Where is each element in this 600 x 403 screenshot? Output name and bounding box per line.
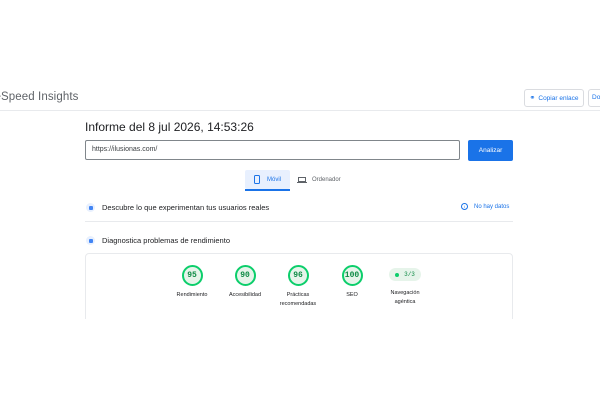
gauge-label: SEO — [346, 292, 358, 298]
top-bar: geSpeed Insights ⚭ Copiar enlace Docs — [0, 0, 600, 111]
gauge-best-practices[interactable]: 96 Prácticas recomendadas — [268, 265, 328, 309]
phone-icon — [253, 175, 260, 184]
diagnose-icon — [86, 236, 95, 245]
gauge-label: Accesibilidad — [228, 292, 262, 298]
diagnose-heading: Diagnostica problemas de rendimiento — [102, 236, 230, 245]
pass-dot-icon — [395, 272, 400, 277]
active-tab-indicator — [245, 189, 290, 191]
no-data-link[interactable]: i No hay datos — [461, 203, 509, 210]
gauge-label: Navegación agéntica — [390, 290, 420, 305]
analyze-button[interactable]: Analizar — [468, 140, 513, 161]
gauge-seo[interactable]: 100 SEO — [322, 265, 382, 300]
copy-link-button[interactable]: ⚭ Copiar enlace — [524, 89, 584, 107]
section-divider — [85, 221, 513, 222]
score-ring: 100 — [341, 265, 363, 286]
tab-desktop[interactable]: Ordenador — [297, 172, 349, 188]
gauge-performance[interactable]: 95 Rendimiento — [162, 265, 222, 300]
gauge-label: Prácticas recomendadas — [279, 292, 317, 307]
laptop-icon — [297, 176, 307, 184]
field-data-heading: Descubre lo que experimentan tus usuario… — [102, 203, 270, 212]
link-icon: ⚭ — [529, 94, 536, 102]
agentic-score: 3/3 — [404, 271, 415, 278]
info-icon: i — [461, 203, 468, 210]
no-data-label: No hay datos — [474, 203, 510, 210]
gauge-accessibility[interactable]: 90 Accesibilidad — [215, 265, 275, 300]
tab-mobile[interactable]: Móvil — [245, 170, 290, 189]
report-title: Informe del 8 jul 2026, 14:53:26 — [85, 120, 254, 134]
gauge-label: Rendimiento — [176, 292, 208, 298]
url-input[interactable]: https://ilusionas.com/ — [85, 140, 460, 160]
score-ring: 90 — [234, 265, 256, 286]
agentic-score-pill: 3/3 — [389, 268, 421, 281]
app-title: geSpeed Insights — [0, 91, 79, 103]
gauge-agentic-navigation[interactable]: 3/3 Navegación agéntica — [375, 265, 435, 307]
docs-button[interactable]: Docs — [588, 89, 600, 107]
tab-desktop-label: Ordenador — [312, 177, 341, 183]
tab-mobile-label: Móvil — [266, 176, 281, 183]
score-ring: 96 — [287, 265, 309, 286]
score-ring: 95 — [181, 265, 203, 286]
copy-link-label: Copiar enlace — [538, 94, 579, 102]
users-icon — [86, 203, 95, 212]
